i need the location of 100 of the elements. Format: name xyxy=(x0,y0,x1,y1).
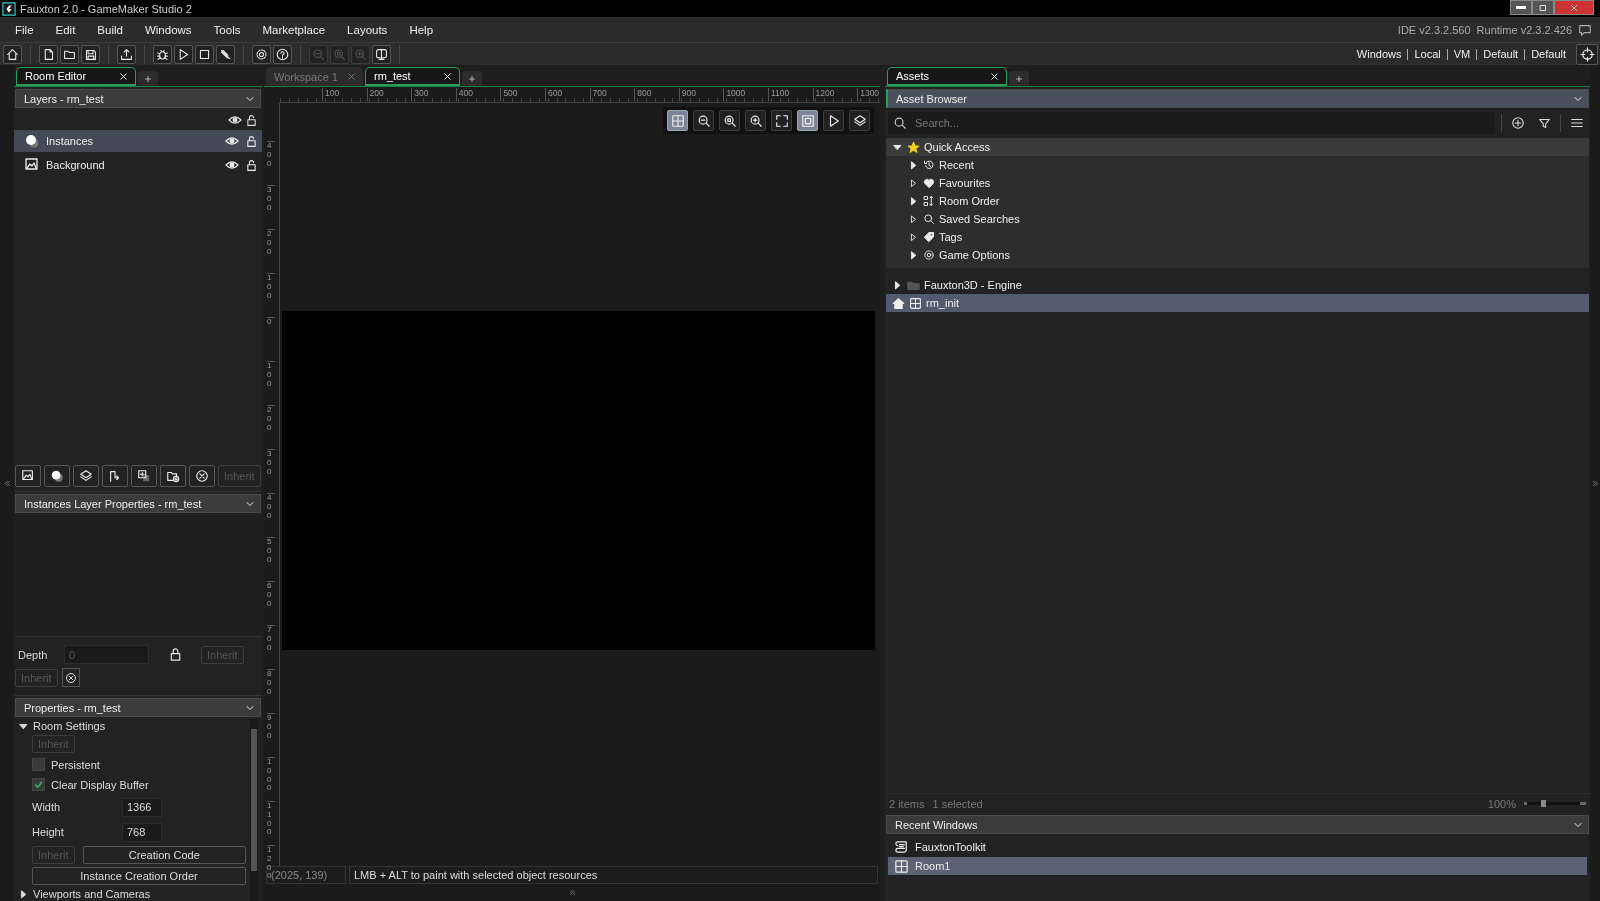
ruler-label: 200 xyxy=(366,88,384,101)
add-square-button[interactable] xyxy=(131,465,157,487)
folder-button[interactable] xyxy=(60,44,79,64)
device-button[interactable] xyxy=(372,44,391,64)
target-option[interactable]: VM xyxy=(1446,48,1477,60)
double-chevron-up-icon xyxy=(567,888,577,897)
ruler-label: 100 xyxy=(267,361,275,389)
tree-item[interactable]: Saved Searches xyxy=(886,210,1589,228)
menu-item[interactable]: Tools xyxy=(206,20,248,39)
asset-browser-header[interactable]: Asset Browser xyxy=(886,89,1589,108)
lock-open-icon xyxy=(245,113,258,127)
target-option[interactable]: Windows xyxy=(1350,48,1408,60)
maximize-icon xyxy=(1538,2,1548,13)
recent-window-item[interactable]: FauxtonToolkit xyxy=(888,838,1587,856)
triangle-right-outline-icon xyxy=(908,213,919,225)
image-icon xyxy=(21,469,35,483)
ruler-label: 600 xyxy=(267,581,275,609)
target-option[interactable]: Local xyxy=(1407,48,1447,60)
layer-properties-header[interactable]: Instances Layer Properties - rm_test xyxy=(15,494,261,513)
tree-item[interactable]: Tags xyxy=(886,228,1589,246)
tree-item[interactable]: Recent xyxy=(886,156,1589,174)
ruler-label: 900 xyxy=(678,88,696,101)
minimize-button[interactable] xyxy=(1510,0,1532,15)
number-field[interactable]: 1366 xyxy=(122,797,162,817)
number-field[interactable]: 768 xyxy=(122,822,162,842)
layers-button[interactable] xyxy=(73,465,99,487)
tree-item[interactable]: rm_init xyxy=(886,294,1589,312)
new-tab-button[interactable] xyxy=(1009,71,1029,86)
creation-code-button[interactable]: Creation Code xyxy=(82,846,246,864)
tab[interactable]: Assets xyxy=(887,67,1007,86)
tray-arrow-button[interactable] xyxy=(117,44,136,64)
plus-icon xyxy=(143,73,153,84)
play-button[interactable] xyxy=(174,44,193,64)
menu-item[interactable]: Help xyxy=(402,20,441,39)
section-title[interactable]: Viewports and Cameras xyxy=(33,888,151,900)
checkbox[interactable] xyxy=(32,758,45,771)
stop-button[interactable] xyxy=(195,44,214,64)
zoom-out-button[interactable] xyxy=(693,110,714,131)
target-option[interactable]: Default xyxy=(1476,48,1525,60)
layers-header[interactable]: Layers - rm_test xyxy=(15,89,261,108)
target-button[interactable] xyxy=(1576,43,1598,65)
home-button[interactable] xyxy=(3,44,22,64)
folder-add-button[interactable] xyxy=(160,465,186,487)
tab[interactable]: rm_test xyxy=(365,67,460,86)
new-tab-button[interactable] xyxy=(462,71,482,86)
new-file-button[interactable] xyxy=(39,44,58,64)
ruler-label: 500 xyxy=(500,88,518,101)
sort-icon xyxy=(923,195,935,207)
close-circle-button[interactable] xyxy=(189,465,215,487)
menu-item[interactable]: File xyxy=(8,20,41,39)
ruler-label: 1200 xyxy=(812,88,835,101)
properties-header[interactable]: Properties - rm_test xyxy=(15,698,261,717)
help-button[interactable] xyxy=(273,44,292,64)
tree-item[interactable]: Room Order xyxy=(886,192,1589,210)
section-title[interactable]: Room Settings xyxy=(33,720,106,732)
tree-item[interactable]: Favourites xyxy=(886,174,1589,192)
clear-button[interactable] xyxy=(61,668,80,687)
path-button[interactable] xyxy=(102,465,128,487)
gear-button[interactable] xyxy=(252,44,271,64)
creation-order-button[interactable]: Instance Creation Order xyxy=(32,867,246,885)
tree-item[interactable]: Fauxton3D - Engine xyxy=(886,276,1589,294)
play-button[interactable] xyxy=(823,110,844,131)
recent-window-item[interactable]: Room1 xyxy=(888,857,1587,875)
window-title: Fauxton 2.0 - GameMaker Studio 2 xyxy=(20,2,193,15)
fullscreen-button[interactable] xyxy=(771,110,792,131)
menu-item[interactable]: Windows xyxy=(137,20,199,39)
menu-item[interactable]: Build xyxy=(90,20,130,39)
brush-icon xyxy=(219,47,232,61)
layer-row[interactable]: Background xyxy=(14,154,262,176)
chat-icon xyxy=(1578,22,1592,37)
target-option[interactable]: Default xyxy=(1524,48,1572,60)
frame-button[interactable] xyxy=(797,110,818,131)
checkbox[interactable] xyxy=(32,778,45,791)
tab[interactable]: Room Editor xyxy=(16,67,136,86)
layer-row[interactable]: Instances xyxy=(14,130,262,152)
layers-button[interactable] xyxy=(849,110,870,131)
help-icon xyxy=(276,47,289,61)
menu-item[interactable]: Marketplace xyxy=(255,20,333,39)
recent-windows-header[interactable]: Recent Windows xyxy=(886,815,1589,834)
menu-item[interactable]: Edit xyxy=(48,20,83,39)
image-button[interactable] xyxy=(15,465,41,487)
maximize-button[interactable] xyxy=(1532,0,1554,15)
bug-button[interactable] xyxy=(153,44,172,64)
ruler-label: 300 xyxy=(267,449,275,477)
ruler-label: 200 xyxy=(267,405,275,433)
grid-button[interactable] xyxy=(667,110,688,131)
lock-open-icon xyxy=(245,134,258,148)
save-icon xyxy=(84,47,97,61)
new-tab-button[interactable] xyxy=(138,71,158,86)
eye-icon xyxy=(225,158,239,172)
menu-item[interactable]: Layouts xyxy=(340,20,395,39)
brush-button[interactable] xyxy=(216,44,235,64)
zoom-reset-button[interactable] xyxy=(719,110,740,131)
instance-layer-button[interactable] xyxy=(44,465,70,487)
tree-item[interactable]: Game Options xyxy=(886,246,1589,264)
slider-thumb[interactable] xyxy=(1540,800,1546,807)
ruler-label: 1000 xyxy=(267,757,275,794)
tree-group-header[interactable]: Quick Access xyxy=(886,138,1589,156)
save-button[interactable] xyxy=(81,44,100,64)
zoom-in-button[interactable] xyxy=(745,110,766,131)
